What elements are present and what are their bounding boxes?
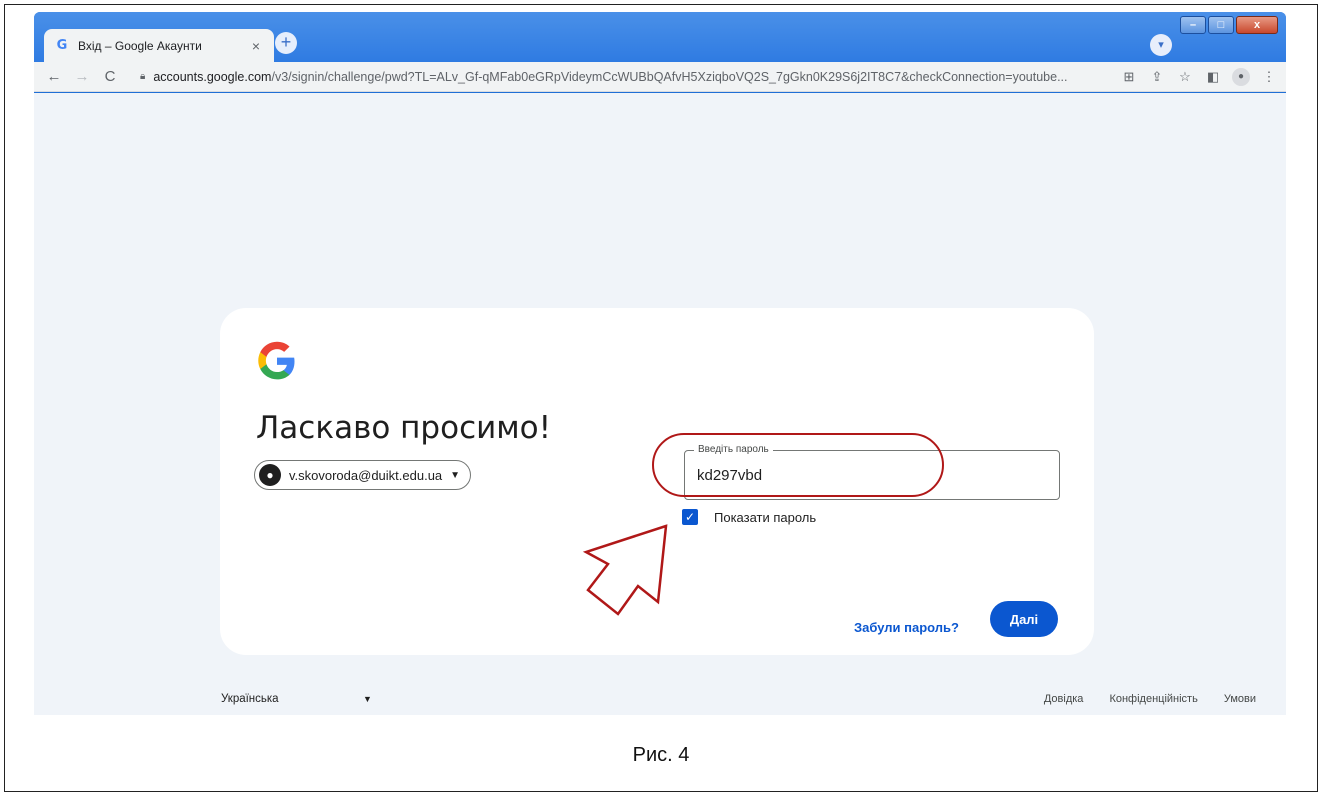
maximize-button[interactable]: □ xyxy=(1208,16,1234,34)
url-path: /v3/signin/challenge/pwd?TL=ALv_Gf-qMFab… xyxy=(271,69,1068,84)
language-label: Українська xyxy=(221,693,279,705)
footer-link-help[interactable]: Довідка xyxy=(1044,693,1084,705)
show-password-checkbox[interactable]: ✓ xyxy=(682,509,698,525)
password-field[interactable]: Введіть пароль xyxy=(684,444,1060,500)
translate-icon[interactable]: ⊞ xyxy=(1120,69,1138,85)
page-viewport: Ласкаво просимо! ● v.skovoroda@duikt.edu… xyxy=(34,93,1286,715)
next-button[interactable]: Далі xyxy=(990,601,1058,637)
show-password-toggle[interactable]: ✓ Показати пароль xyxy=(682,509,816,525)
footer-link-terms[interactable]: Умови xyxy=(1224,693,1256,705)
toolbar-actions: ⊞ ⇪ ☆ ◧ ● ⋮ xyxy=(1120,67,1278,86)
figure-caption: Рис. 4 xyxy=(632,744,690,766)
new-tab-button[interactable]: + xyxy=(275,32,297,54)
google-logo-icon xyxy=(258,341,295,380)
browser-window: G Вхід – Google Акаунти × + ▾ – □ x ← → … xyxy=(34,12,1286,715)
password-input[interactable] xyxy=(697,467,1037,484)
minimize-button[interactable]: – xyxy=(1180,16,1206,34)
footer-link-privacy[interactable]: Конфіденційність xyxy=(1109,693,1197,705)
tab-title: Вхід – Google Акаунти xyxy=(78,38,202,53)
show-password-label: Показати пароль xyxy=(714,509,817,525)
caret-down-icon: ▼ xyxy=(363,694,372,704)
reload-icon[interactable]: C xyxy=(98,68,122,85)
account-circle-icon: ● xyxy=(259,464,281,486)
tab-strip: G Вхід – Google Акаунти × + ▾ – □ x xyxy=(34,12,1286,62)
password-label: Введіть пароль xyxy=(694,444,773,455)
profile-avatar-icon[interactable]: ● xyxy=(1232,67,1250,86)
back-arrow-icon[interactable]: ← xyxy=(42,68,66,85)
share-icon[interactable]: ⇪ xyxy=(1148,69,1166,85)
url-host: accounts.google.com xyxy=(153,69,272,84)
window-controls: – □ x xyxy=(1180,16,1278,34)
forward-arrow-icon[interactable]: → xyxy=(70,68,94,85)
google-favicon-icon: G xyxy=(56,38,68,53)
forgot-password-link[interactable]: Забули пароль? xyxy=(854,620,959,635)
url-text: accounts.google.com/v3/signin/challenge/… xyxy=(153,70,1104,84)
caret-down-icon: ▼ xyxy=(450,469,461,481)
bookmark-star-icon[interactable]: ☆ xyxy=(1176,69,1194,85)
side-panel-icon[interactable]: ◧ xyxy=(1204,69,1222,85)
account-email: v.skovoroda@duikt.edu.ua xyxy=(289,467,443,483)
page-title: Ласкаво просимо! xyxy=(256,410,552,446)
browser-tab[interactable]: G Вхід – Google Акаунти × xyxy=(44,29,274,62)
language-select[interactable]: Українська ▼ xyxy=(221,693,372,705)
tab-search-chevron-icon[interactable]: ▾ xyxy=(1150,34,1172,56)
close-window-button[interactable]: x xyxy=(1236,16,1278,34)
lock-icon[interactable]: 🔒︎ xyxy=(140,71,145,82)
signin-card: Ласкаво просимо! ● v.skovoroda@duikt.edu… xyxy=(220,308,1094,655)
address-bar[interactable]: 🔒︎ accounts.google.com/v3/signin/challen… xyxy=(132,65,1112,89)
page-footer: Українська ▼ Довідка Конфіденційність Ум… xyxy=(34,687,1286,711)
menu-kebab-icon[interactable]: ⋮ xyxy=(1260,69,1278,85)
browser-toolbar: ← → C 🔒︎ accounts.google.com/v3/signin/c… xyxy=(34,62,1286,92)
tab-close-icon[interactable]: × xyxy=(248,38,264,54)
footer-links: Довідка Конфіденційність Умови xyxy=(1044,693,1256,705)
account-chip[interactable]: ● v.skovoroda@duikt.edu.ua ▼ xyxy=(254,460,472,490)
